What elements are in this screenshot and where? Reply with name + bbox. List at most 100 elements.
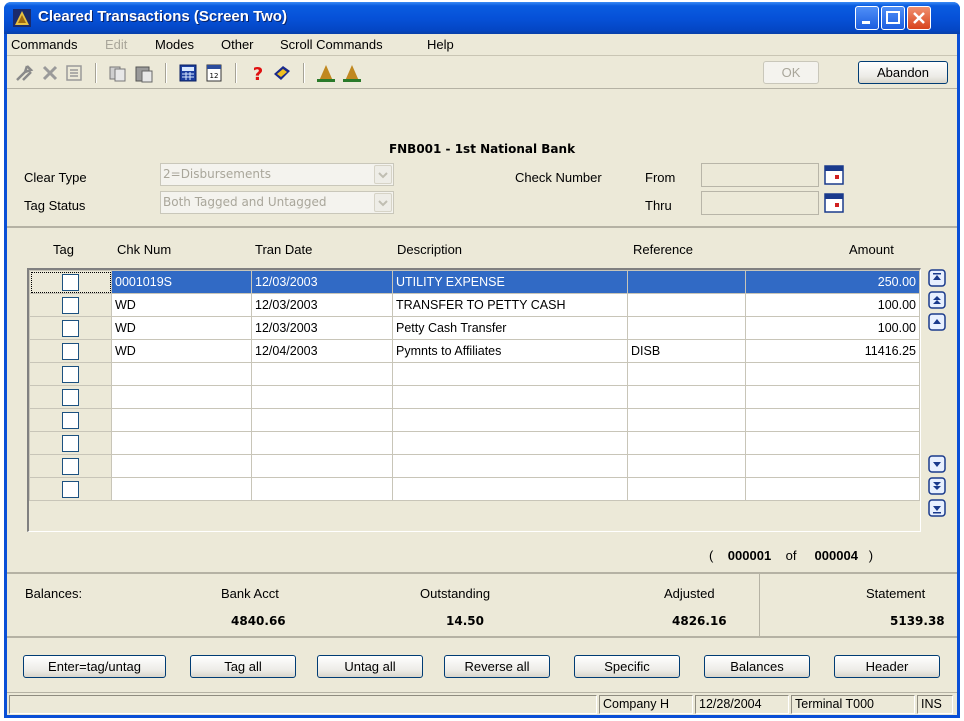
tag-checkbox[interactable]: [62, 388, 79, 406]
amount-cell[interactable]: [745, 431, 920, 455]
tag-checkbox[interactable]: [62, 411, 79, 429]
tag-status-select[interactable]: Both Tagged and Untagged: [160, 191, 394, 214]
reference-cell[interactable]: [627, 408, 746, 432]
scroll-page-down-icon[interactable]: [928, 477, 946, 495]
tran-date-cell[interactable]: [251, 477, 393, 501]
chk-num-cell[interactable]: [111, 408, 252, 432]
table-row[interactable]: [29, 408, 920, 432]
tag-checkbox[interactable]: [62, 434, 79, 452]
description-cell[interactable]: UTILITY EXPENSE: [392, 270, 628, 294]
tag-checkbox[interactable]: [62, 319, 79, 337]
chk-num-cell[interactable]: [111, 385, 252, 409]
reference-cell[interactable]: [627, 477, 746, 501]
reference-cell[interactable]: [627, 270, 746, 294]
chk-num-cell[interactable]: WD: [111, 339, 252, 363]
description-cell[interactable]: [392, 385, 628, 409]
help-icon[interactable]: ?: [247, 62, 269, 84]
tran-date-cell[interactable]: 12/03/2003: [251, 293, 393, 317]
amount-cell[interactable]: [745, 362, 920, 386]
tag-cell[interactable]: [29, 408, 112, 432]
tag-checkbox[interactable]: [62, 342, 79, 360]
description-cell[interactable]: Pymnts to Affiliates: [392, 339, 628, 363]
tag-cell[interactable]: [29, 270, 112, 294]
tag-cell[interactable]: [29, 477, 112, 501]
amount-cell[interactable]: [745, 408, 920, 432]
scroll-up-icon[interactable]: [928, 313, 946, 331]
untag-all-button[interactable]: Untag all: [317, 655, 423, 678]
tran-date-cell[interactable]: [251, 454, 393, 478]
tran-date-cell[interactable]: [251, 408, 393, 432]
description-cell[interactable]: [392, 454, 628, 478]
table-row[interactable]: WD 12/03/2003 Petty Cash Transfer 100.00: [29, 316, 920, 340]
calculator-icon[interactable]: [177, 62, 199, 84]
scroll-top-icon[interactable]: [928, 269, 946, 287]
ok-button[interactable]: OK: [763, 61, 819, 84]
menu-modes[interactable]: Modes: [155, 37, 194, 52]
reference-cell[interactable]: [627, 293, 746, 317]
reference-cell[interactable]: [627, 362, 746, 386]
scroll-bottom-icon[interactable]: [928, 499, 946, 517]
tag-all-button[interactable]: Tag all: [190, 655, 296, 678]
tran-date-cell[interactable]: 12/04/2003: [251, 339, 393, 363]
calendar-icon[interactable]: 12: [203, 62, 225, 84]
tag-cell[interactable]: [29, 385, 112, 409]
abandon-button[interactable]: Abandon: [858, 61, 948, 84]
scale-up-icon[interactable]: [315, 62, 337, 84]
table-row[interactable]: [29, 477, 920, 501]
tag-cell[interactable]: [29, 362, 112, 386]
tran-date-cell[interactable]: [251, 362, 393, 386]
reference-cell[interactable]: [627, 431, 746, 455]
tag-checkbox[interactable]: [62, 365, 79, 383]
chk-num-cell[interactable]: [111, 362, 252, 386]
check-thru-field[interactable]: [701, 191, 819, 215]
delete-icon[interactable]: [39, 62, 61, 84]
description-cell[interactable]: Petty Cash Transfer: [392, 316, 628, 340]
calendar-picker-icon[interactable]: [824, 165, 844, 185]
tran-date-cell[interactable]: [251, 431, 393, 455]
tran-date-cell[interactable]: [251, 385, 393, 409]
tag-cell[interactable]: [29, 339, 112, 363]
tag-cell[interactable]: [29, 316, 112, 340]
tools-icon[interactable]: [13, 62, 35, 84]
menu-scroll-commands[interactable]: Scroll Commands: [280, 37, 383, 52]
tag-checkbox[interactable]: [62, 273, 79, 291]
menu-commands[interactable]: Commands: [11, 37, 77, 52]
enter-tag-untag-button[interactable]: Enter=tag/untag: [23, 655, 166, 678]
tag-cell[interactable]: [29, 454, 112, 478]
close-button[interactable]: [907, 6, 931, 30]
tran-date-cell[interactable]: 12/03/2003: [251, 316, 393, 340]
paste-icon[interactable]: [133, 62, 155, 84]
balances-button[interactable]: Balances: [704, 655, 810, 678]
clear-type-select[interactable]: 2=Disbursements: [160, 163, 394, 186]
reference-cell[interactable]: DISB: [627, 339, 746, 363]
amount-cell[interactable]: [745, 477, 920, 501]
menu-help[interactable]: Help: [427, 37, 454, 52]
reference-cell[interactable]: [627, 385, 746, 409]
tag-checkbox[interactable]: [62, 480, 79, 498]
table-row[interactable]: WD 12/04/2003 Pymnts to Affiliates DISB 1141…: [29, 339, 920, 363]
tag-cell[interactable]: [29, 431, 112, 455]
amount-cell[interactable]: 11416.25: [745, 339, 920, 363]
description-cell[interactable]: TRANSFER TO PETTY CASH: [392, 293, 628, 317]
amount-cell[interactable]: 100.00: [745, 293, 920, 317]
reference-cell[interactable]: [627, 454, 746, 478]
amount-cell[interactable]: [745, 385, 920, 409]
header-button[interactable]: Header: [834, 655, 940, 678]
tran-date-cell[interactable]: 12/03/2003: [251, 270, 393, 294]
book-icon[interactable]: [271, 62, 293, 84]
description-cell[interactable]: [392, 362, 628, 386]
check-from-field[interactable]: [701, 163, 819, 187]
reverse-all-button[interactable]: Reverse all: [444, 655, 550, 678]
chk-num-cell[interactable]: 0001019S: [111, 270, 252, 294]
scale-down-icon[interactable]: [341, 62, 363, 84]
description-cell[interactable]: [392, 408, 628, 432]
chk-num-cell[interactable]: [111, 431, 252, 455]
chk-num-cell[interactable]: WD: [111, 293, 252, 317]
menu-edit[interactable]: Edit: [105, 37, 127, 52]
title-bar[interactable]: Cleared Transactions (Screen Two): [4, 2, 960, 34]
description-cell[interactable]: [392, 477, 628, 501]
reference-cell[interactable]: [627, 316, 746, 340]
table-row[interactable]: WD 12/03/2003 TRANSFER TO PETTY CASH 100.00: [29, 293, 920, 317]
minimize-button[interactable]: [855, 6, 879, 30]
tag-checkbox[interactable]: [62, 457, 79, 475]
